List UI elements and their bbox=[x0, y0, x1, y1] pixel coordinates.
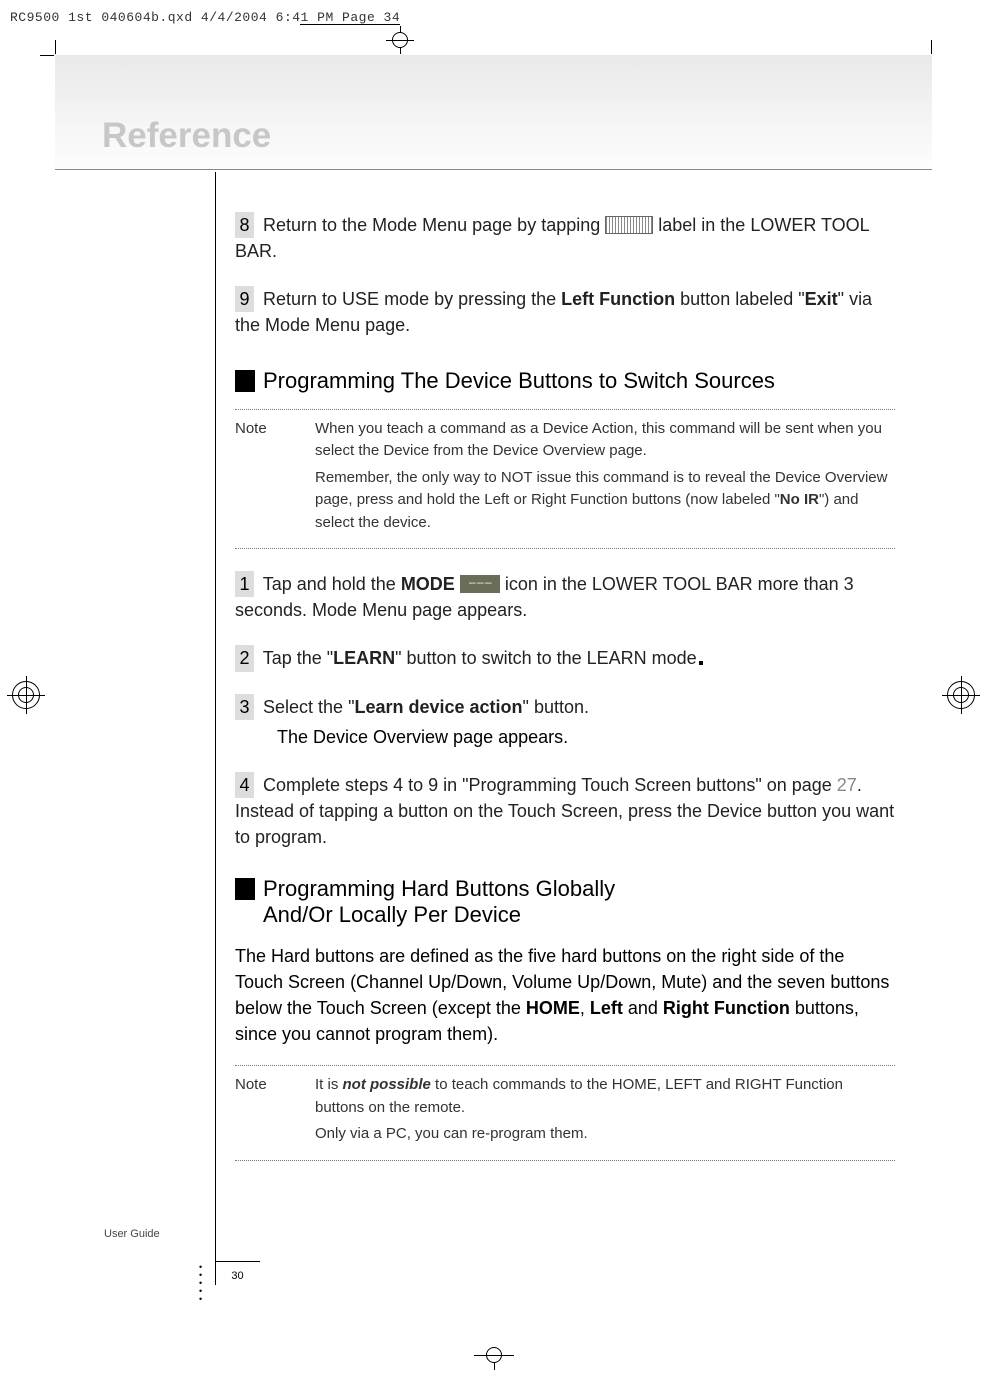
step-8: 8 Return to the Mode Menu page by tappin… bbox=[215, 212, 895, 264]
print-header: RC9500 1st 040604b.qxd 4/4/2004 6:41 PM … bbox=[10, 10, 400, 25]
crop-mark-bottom bbox=[474, 1340, 514, 1370]
step-9: 9 Return to USE mode by pressing the Lef… bbox=[215, 286, 895, 338]
note-label: Note bbox=[235, 418, 315, 539]
registration-mark-left bbox=[7, 676, 45, 714]
step-4: 4 Complete steps 4 to 9 in "Programming … bbox=[215, 772, 895, 850]
page-content: 8 Return to the Mode Menu page by tappin… bbox=[215, 172, 927, 1300]
chapter-title: Reference bbox=[102, 116, 271, 156]
section-marker-icon bbox=[235, 878, 255, 900]
note-box: Note It is not possible to teach command… bbox=[235, 1065, 895, 1161]
footer-bullets-icon: ••••• bbox=[199, 1263, 202, 1303]
body-paragraph: The Hard buttons are defined as the five… bbox=[215, 943, 895, 1047]
step-text: Tap the "LEARN" button to switch to the … bbox=[263, 648, 697, 668]
note-body: It is not possible to teach commands to … bbox=[315, 1074, 895, 1150]
note-text: Remember, the only way to NOT issue this… bbox=[315, 467, 895, 535]
section-title: Programming The Device Buttons to Switch… bbox=[263, 368, 775, 394]
step-3: 3 Select the "Learn device action" butto… bbox=[215, 694, 895, 720]
footer-label: User Guide bbox=[104, 1228, 160, 1240]
note-text: It is not possible to teach commands to … bbox=[315, 1074, 895, 1119]
step-text: Return to the Mode Menu page by tapping bbox=[263, 215, 605, 235]
crop-line bbox=[300, 24, 400, 25]
step-2: 2 Tap the "LEARN" button to switch to th… bbox=[215, 645, 895, 671]
step-number: 8 bbox=[235, 212, 254, 238]
corner-mark bbox=[40, 55, 54, 56]
period-icon bbox=[699, 661, 703, 665]
step-number: 9 bbox=[235, 286, 254, 312]
step-number: 3 bbox=[235, 694, 254, 720]
crop-mark-top bbox=[386, 26, 414, 54]
section-heading: Programming Hard Buttons Globally And/Or… bbox=[215, 876, 895, 929]
registration-mark-right bbox=[942, 676, 980, 714]
note-box: Note When you teach a command as a Devic… bbox=[235, 409, 895, 550]
page-number: 30 bbox=[215, 1261, 260, 1282]
step-number: 2 bbox=[235, 645, 254, 671]
corner-mark bbox=[931, 40, 932, 54]
mode-label: MODE bbox=[401, 574, 455, 594]
mode-icon bbox=[460, 575, 500, 593]
step-sub-text: The Device Overview page appears. bbox=[215, 724, 895, 750]
section-title: Programming Hard Buttons Globally And/Or… bbox=[263, 876, 615, 929]
note-label: Note bbox=[235, 1074, 315, 1150]
section-marker-icon bbox=[235, 370, 255, 392]
step-number: 4 bbox=[235, 772, 254, 798]
section-title-line: And/Or Locally Per Device bbox=[263, 902, 521, 927]
step-number: 1 bbox=[235, 571, 254, 597]
step-1: 1 Tap and hold the MODE icon in the LOWE… bbox=[215, 571, 895, 623]
note-text: Only via a PC, you can re-program them. bbox=[315, 1123, 895, 1146]
section-heading: Programming The Device Buttons to Switch… bbox=[215, 368, 895, 394]
note-body: When you teach a command as a Device Act… bbox=[315, 418, 895, 539]
section-title-line: Programming Hard Buttons Globally bbox=[263, 876, 615, 901]
step-text: Complete steps 4 to 9 in "Programming To… bbox=[235, 775, 894, 847]
step-text: Return to USE mode by pressing the Left … bbox=[235, 289, 872, 335]
note-text: When you teach a command as a Device Act… bbox=[315, 418, 895, 463]
step-text: Select the "Learn device action" button. bbox=[263, 697, 589, 717]
corner-mark bbox=[55, 40, 56, 54]
step-text: Tap and hold the bbox=[263, 574, 401, 594]
lower-toolbar-label-icon bbox=[605, 216, 653, 234]
